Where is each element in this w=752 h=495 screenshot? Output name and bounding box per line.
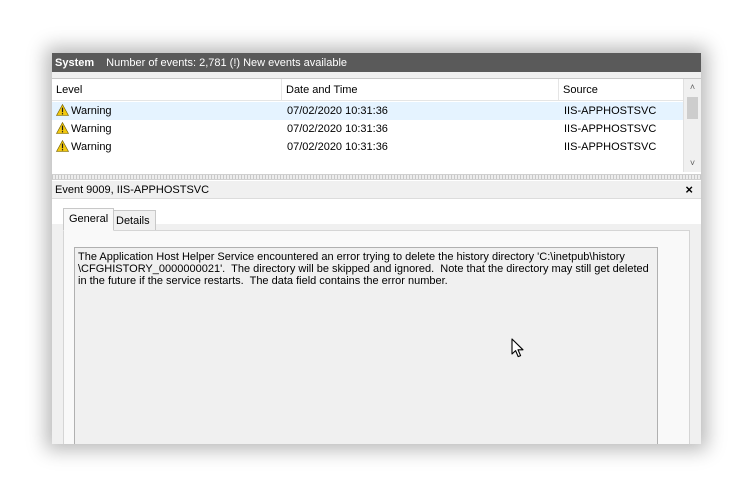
tab-details[interactable]: Details — [110, 210, 156, 231]
chevron-down-icon[interactable]: ˅ — [684, 155, 701, 172]
log-titlebar: System Number of events: 2,781 (!) New e… — [52, 53, 701, 72]
mouse-pointer-icon — [511, 338, 524, 358]
event-row[interactable]: Warning 07/02/2020 10:31:36 IIS-APPHOSTS… — [52, 138, 683, 156]
column-header-source[interactable]: Source — [559, 79, 683, 101]
pane-splitter[interactable] — [52, 174, 701, 180]
column-header-level[interactable]: Level — [52, 79, 282, 101]
chevron-up-icon[interactable]: ˄ — [684, 79, 701, 96]
row-level-label: Warning — [71, 123, 112, 135]
row-source: IIS-APPHOSTSVC — [564, 141, 657, 153]
row-date-time: 07/02/2020 10:31:36 — [287, 105, 388, 117]
row-date-time: 07/02/2020 10:31:36 — [287, 141, 388, 153]
vertical-scroll-thumb[interactable] — [687, 97, 698, 119]
event-detail-header: Event 9009, IIS-APPHOSTSVC — [52, 181, 701, 199]
row-date-time: 07/02/2020 10:31:36 — [287, 123, 388, 135]
event-list[interactable]: Level Date and Time Source Warning 07/02… — [52, 78, 701, 224]
event-description[interactable]: The Application Host Helper Service enco… — [74, 247, 658, 444]
row-level: Warning — [56, 120, 112, 138]
event-row[interactable]: Warning 07/02/2020 10:31:36 IIS-APPHOSTS… — [52, 120, 683, 138]
row-level-label: Warning — [71, 141, 112, 153]
row-source: IIS-APPHOSTSVC — [564, 123, 657, 135]
event-list-header: Level Date and Time Source — [52, 79, 683, 101]
warning-triangle-icon — [56, 140, 69, 152]
row-level: Warning — [56, 138, 112, 156]
column-header-date-time[interactable]: Date and Time — [282, 79, 559, 101]
vertical-scrollbar[interactable]: ˄ ˅ — [683, 79, 701, 172]
general-tab-panel: The Application Host Helper Service enco… — [63, 230, 690, 444]
event-viewer-window: System Number of events: 2,781 (!) New e… — [52, 53, 701, 444]
warning-triangle-icon — [56, 104, 69, 116]
row-source: IIS-APPHOSTSVC — [564, 105, 657, 117]
event-count-summary: Number of events: 2,781 (!) New events a… — [106, 56, 348, 69]
tab-general[interactable]: General — [63, 208, 115, 231]
close-icon[interactable]: × — [685, 183, 693, 197]
row-level: Warning — [56, 102, 112, 120]
log-name: System — [55, 56, 95, 69]
row-level-label: Warning — [71, 105, 112, 117]
event-row[interactable]: Warning 07/02/2020 10:31:36 IIS-APPHOSTS… — [52, 102, 683, 120]
warning-triangle-icon — [56, 122, 69, 134]
